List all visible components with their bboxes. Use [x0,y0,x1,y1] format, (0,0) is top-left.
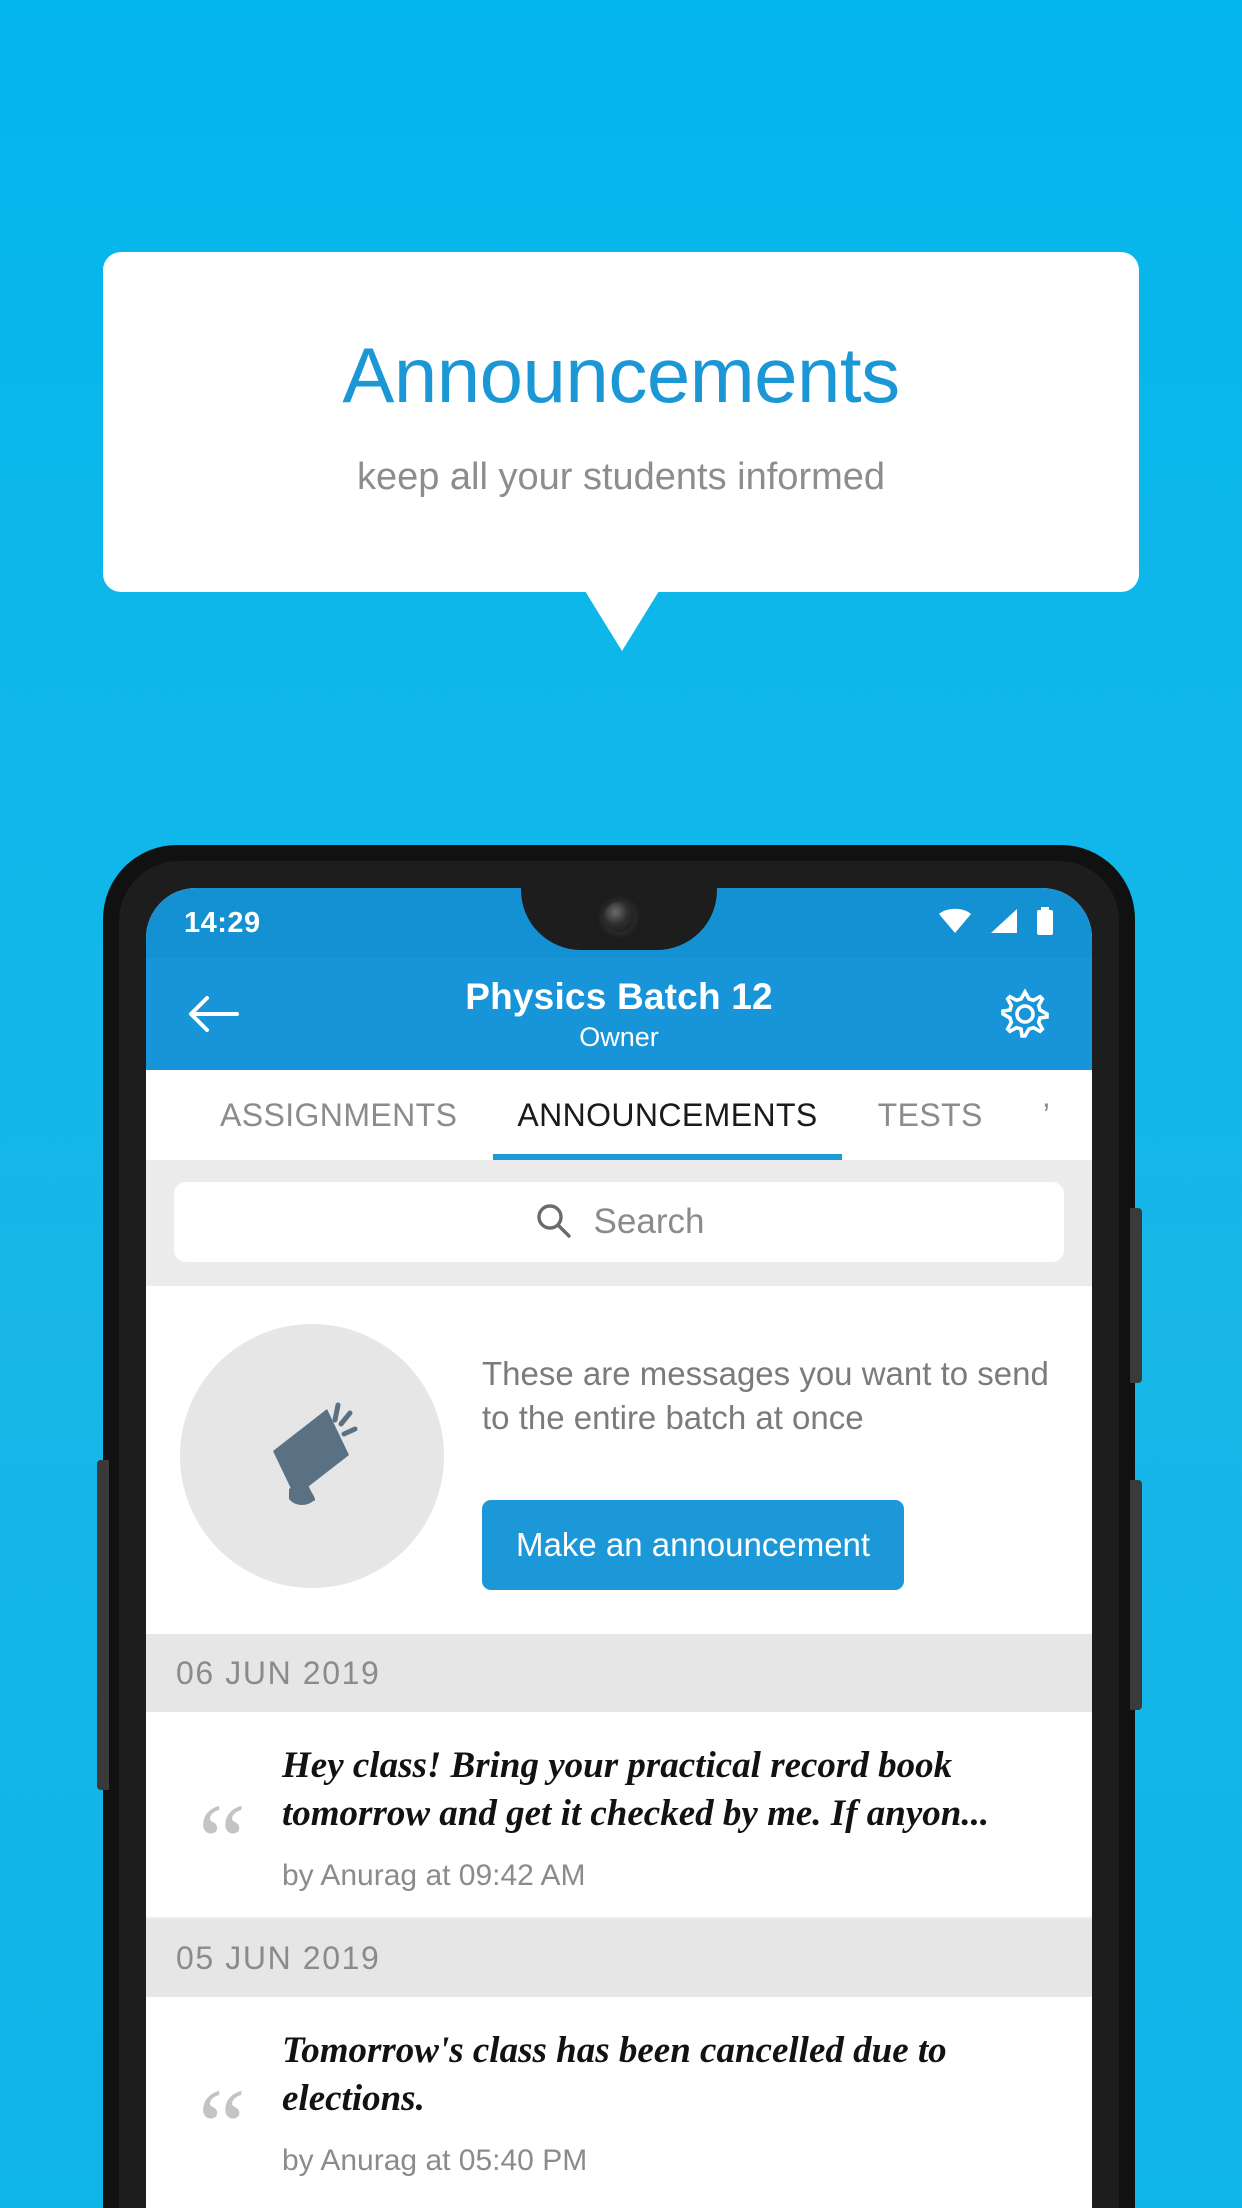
battery-icon [1036,906,1054,940]
promo-title: Announcements [342,330,900,419]
gear-icon [1001,988,1049,1038]
page-subtitle: Owner [579,1021,659,1052]
phone-notch [521,888,717,950]
promo-subtitle: keep all your students informed [356,455,886,498]
quote-icon: “ [198,2068,246,2188]
promo-card: Announcements keep all your students inf… [103,252,1139,592]
tab-overflow[interactable]: ’ [1013,1070,1081,1160]
phone-frame: 14:29 Physics Batch 12 Owner ASSIGNMENTS… [103,845,1135,2208]
announcement-body: Hey class! Bring your practical record b… [282,1742,1066,1893]
app-bar: Physics Batch 12 Owner [146,958,1092,1070]
back-button[interactable] [176,994,250,1034]
date-header: 06 JUN 2019 [146,1634,1092,1713]
phone-right-button-bottom[interactable] [1130,1480,1142,1710]
search-input[interactable]: Search [174,1182,1064,1262]
search-section: Search [146,1160,1092,1286]
search-icon [534,1201,572,1244]
phone-bezel: 14:29 Physics Batch 12 Owner ASSIGNMENTS… [119,861,1119,2208]
phone-screen: 14:29 Physics Batch 12 Owner ASSIGNMENTS… [146,888,1092,2208]
quote-icon: “ [198,1783,246,1903]
make-announcement-button[interactable]: Make an announcement [482,1500,905,1591]
signal-icon [989,908,1019,939]
status-icons [938,906,1054,940]
tab-assignments[interactable]: ASSIGNMENTS [190,1070,487,1160]
megaphone-icon [273,1402,358,1505]
status-bar: 14:29 [146,888,1092,958]
promo-card-tail [585,591,659,651]
status-time: 14:29 [184,906,261,939]
announcement-meta: by Anurag at 05:40 PM [282,2143,588,2177]
tab-bar: ASSIGNMENTS ANNOUNCEMENTS TESTS ’ [146,1070,1092,1160]
app-bar-titles: Physics Batch 12 Owner [146,958,1092,1070]
make-announcement-description: These are messages you want to send to t… [482,1355,1049,1437]
tab-announcements[interactable]: ANNOUNCEMENTS [487,1070,847,1160]
settings-button[interactable] [988,988,1062,1040]
announcement-text: Tomorrow's class has been cancelled due … [282,2030,947,2119]
announcement-body: Tomorrow's class has been cancelled due … [282,2027,1066,2178]
announcement-text: Hey class! Bring your practical record b… [282,1745,990,1834]
front-camera-icon [604,902,634,932]
make-announcement-content: These are messages you want to send to t… [482,1324,1062,1591]
phone-right-button-top[interactable] [1130,1208,1142,1383]
megaphone-icon-container [180,1324,444,1588]
make-announcement-section: These are messages you want to send to t… [146,1286,1092,1635]
arrow-left-icon [189,996,239,1032]
wifi-icon [938,908,972,939]
tab-tests[interactable]: TESTS [848,1070,1013,1160]
date-header: 05 JUN 2019 [146,1919,1092,1998]
page-title: Physics Batch 12 [465,975,773,1017]
search-placeholder: Search [593,1202,705,1241]
announcement-meta: by Anurag at 09:42 AM [282,1859,586,1893]
phone-left-button[interactable] [97,1460,109,1790]
announcement-list-item[interactable]: “ Hey class! Bring your practical record… [146,1712,1092,1918]
announcement-list-item[interactable]: “ Tomorrow's class has been cancelled du… [146,1997,1092,2202]
